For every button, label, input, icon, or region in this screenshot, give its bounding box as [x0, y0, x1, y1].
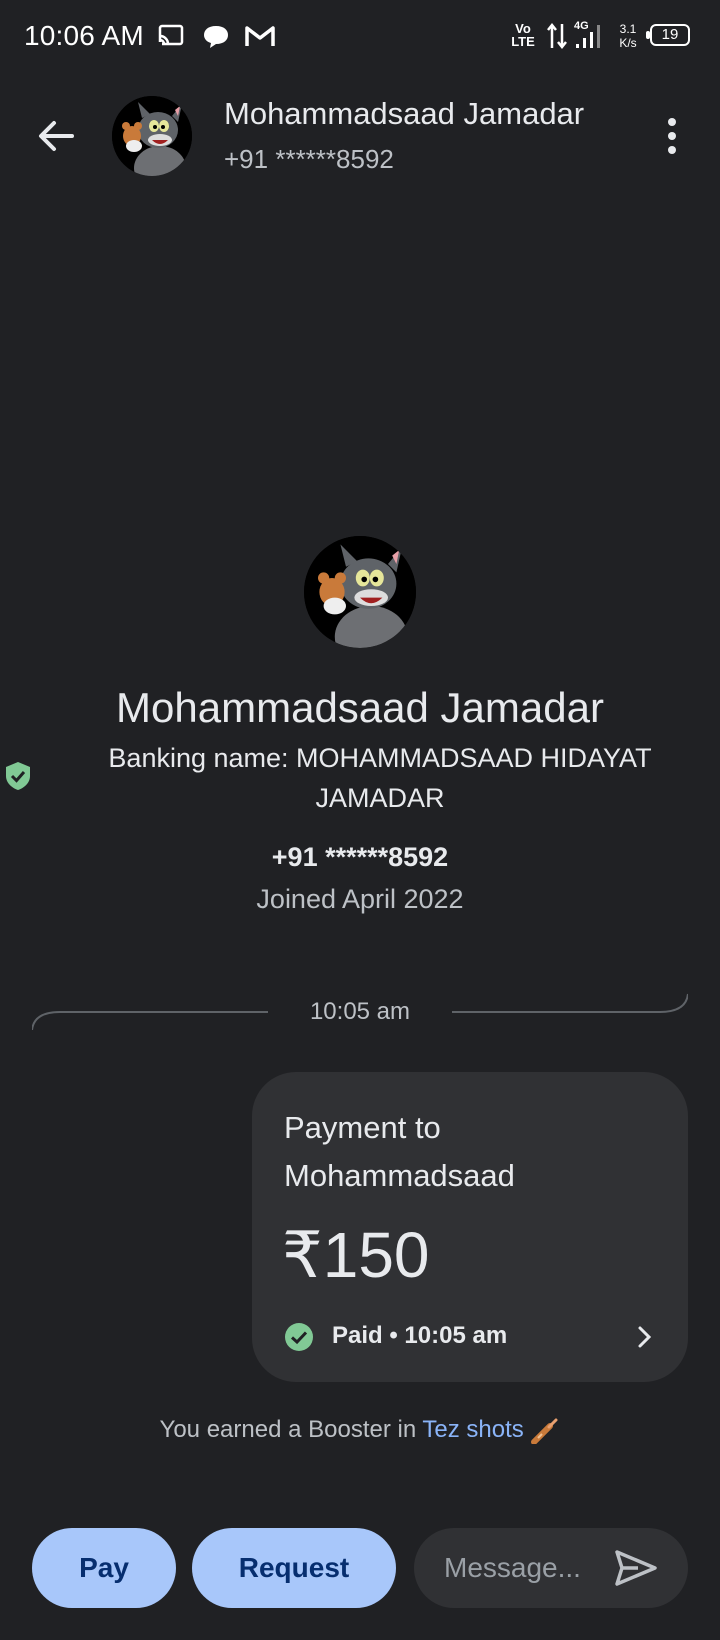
payment-card[interactable]: Payment to Mohammadsaad ₹150 Paid • 10:0…	[252, 1072, 688, 1382]
gmail-icon	[245, 26, 275, 46]
battery-indicator: 19	[650, 24, 690, 46]
back-arrow-icon[interactable]	[32, 112, 80, 160]
send-icon[interactable]	[614, 1548, 658, 1588]
more-vert-icon[interactable]	[650, 112, 694, 160]
header-avatar[interactable]	[112, 96, 192, 176]
signal-icon	[576, 25, 600, 48]
chat-icon	[204, 26, 228, 48]
volte-bottom: LTE	[511, 34, 535, 49]
cricket-bat-icon	[531, 1418, 558, 1444]
joined-date: Joined April 2022	[256, 884, 464, 914]
verified-shield-icon	[6, 762, 30, 790]
avatar-image	[112, 96, 192, 176]
avatar-image	[304, 536, 416, 648]
profile-avatar	[304, 536, 416, 648]
payment-amount: ₹150	[282, 1219, 430, 1291]
speed-unit: K/s	[619, 36, 637, 50]
message-input[interactable]	[444, 1528, 604, 1608]
booster-text: You earned a Booster in	[159, 1416, 423, 1443]
pay-button[interactable]: Pay	[32, 1528, 176, 1608]
cast-icon	[158, 24, 184, 46]
payment-status: Paid • 10:05 am	[332, 1322, 508, 1349]
request-button[interactable]: Request	[192, 1528, 396, 1608]
message-box	[414, 1528, 688, 1608]
check-circle-icon	[285, 1323, 313, 1351]
divider-timestamp: 10:05 am	[309, 998, 411, 1025]
chevron-right-icon	[638, 1326, 652, 1348]
status-bar: 10:06 AM Vo LTE 4G 3.1 K/s 19	[0, 0, 720, 72]
volte-indicator: Vo LTE	[510, 22, 536, 48]
network-speed: 3.1 K/s	[614, 22, 642, 50]
profile-name: Mohammadsaad Jamadar	[116, 684, 604, 731]
header-contact-phone: +91 ******8592	[224, 144, 394, 174]
tez-shots-link[interactable]: Tez shots	[422, 1416, 523, 1443]
header-contact-name: Mohammadsaad Jamadar	[224, 96, 585, 131]
banking-name: Banking name: MOHAMMADSAAD HIDAYAT JAMAD…	[108, 743, 652, 813]
status-time: 10:06 AM	[24, 20, 144, 51]
payment-title: Payment to Mohammadsaad	[284, 1110, 515, 1193]
profile-phone: +91 ******8592	[271, 842, 449, 872]
data-arrows-icon	[547, 22, 567, 50]
speed-value: 3.1	[619, 22, 637, 36]
booster-message: You earned a Booster in Tez shots	[0, 1416, 720, 1444]
